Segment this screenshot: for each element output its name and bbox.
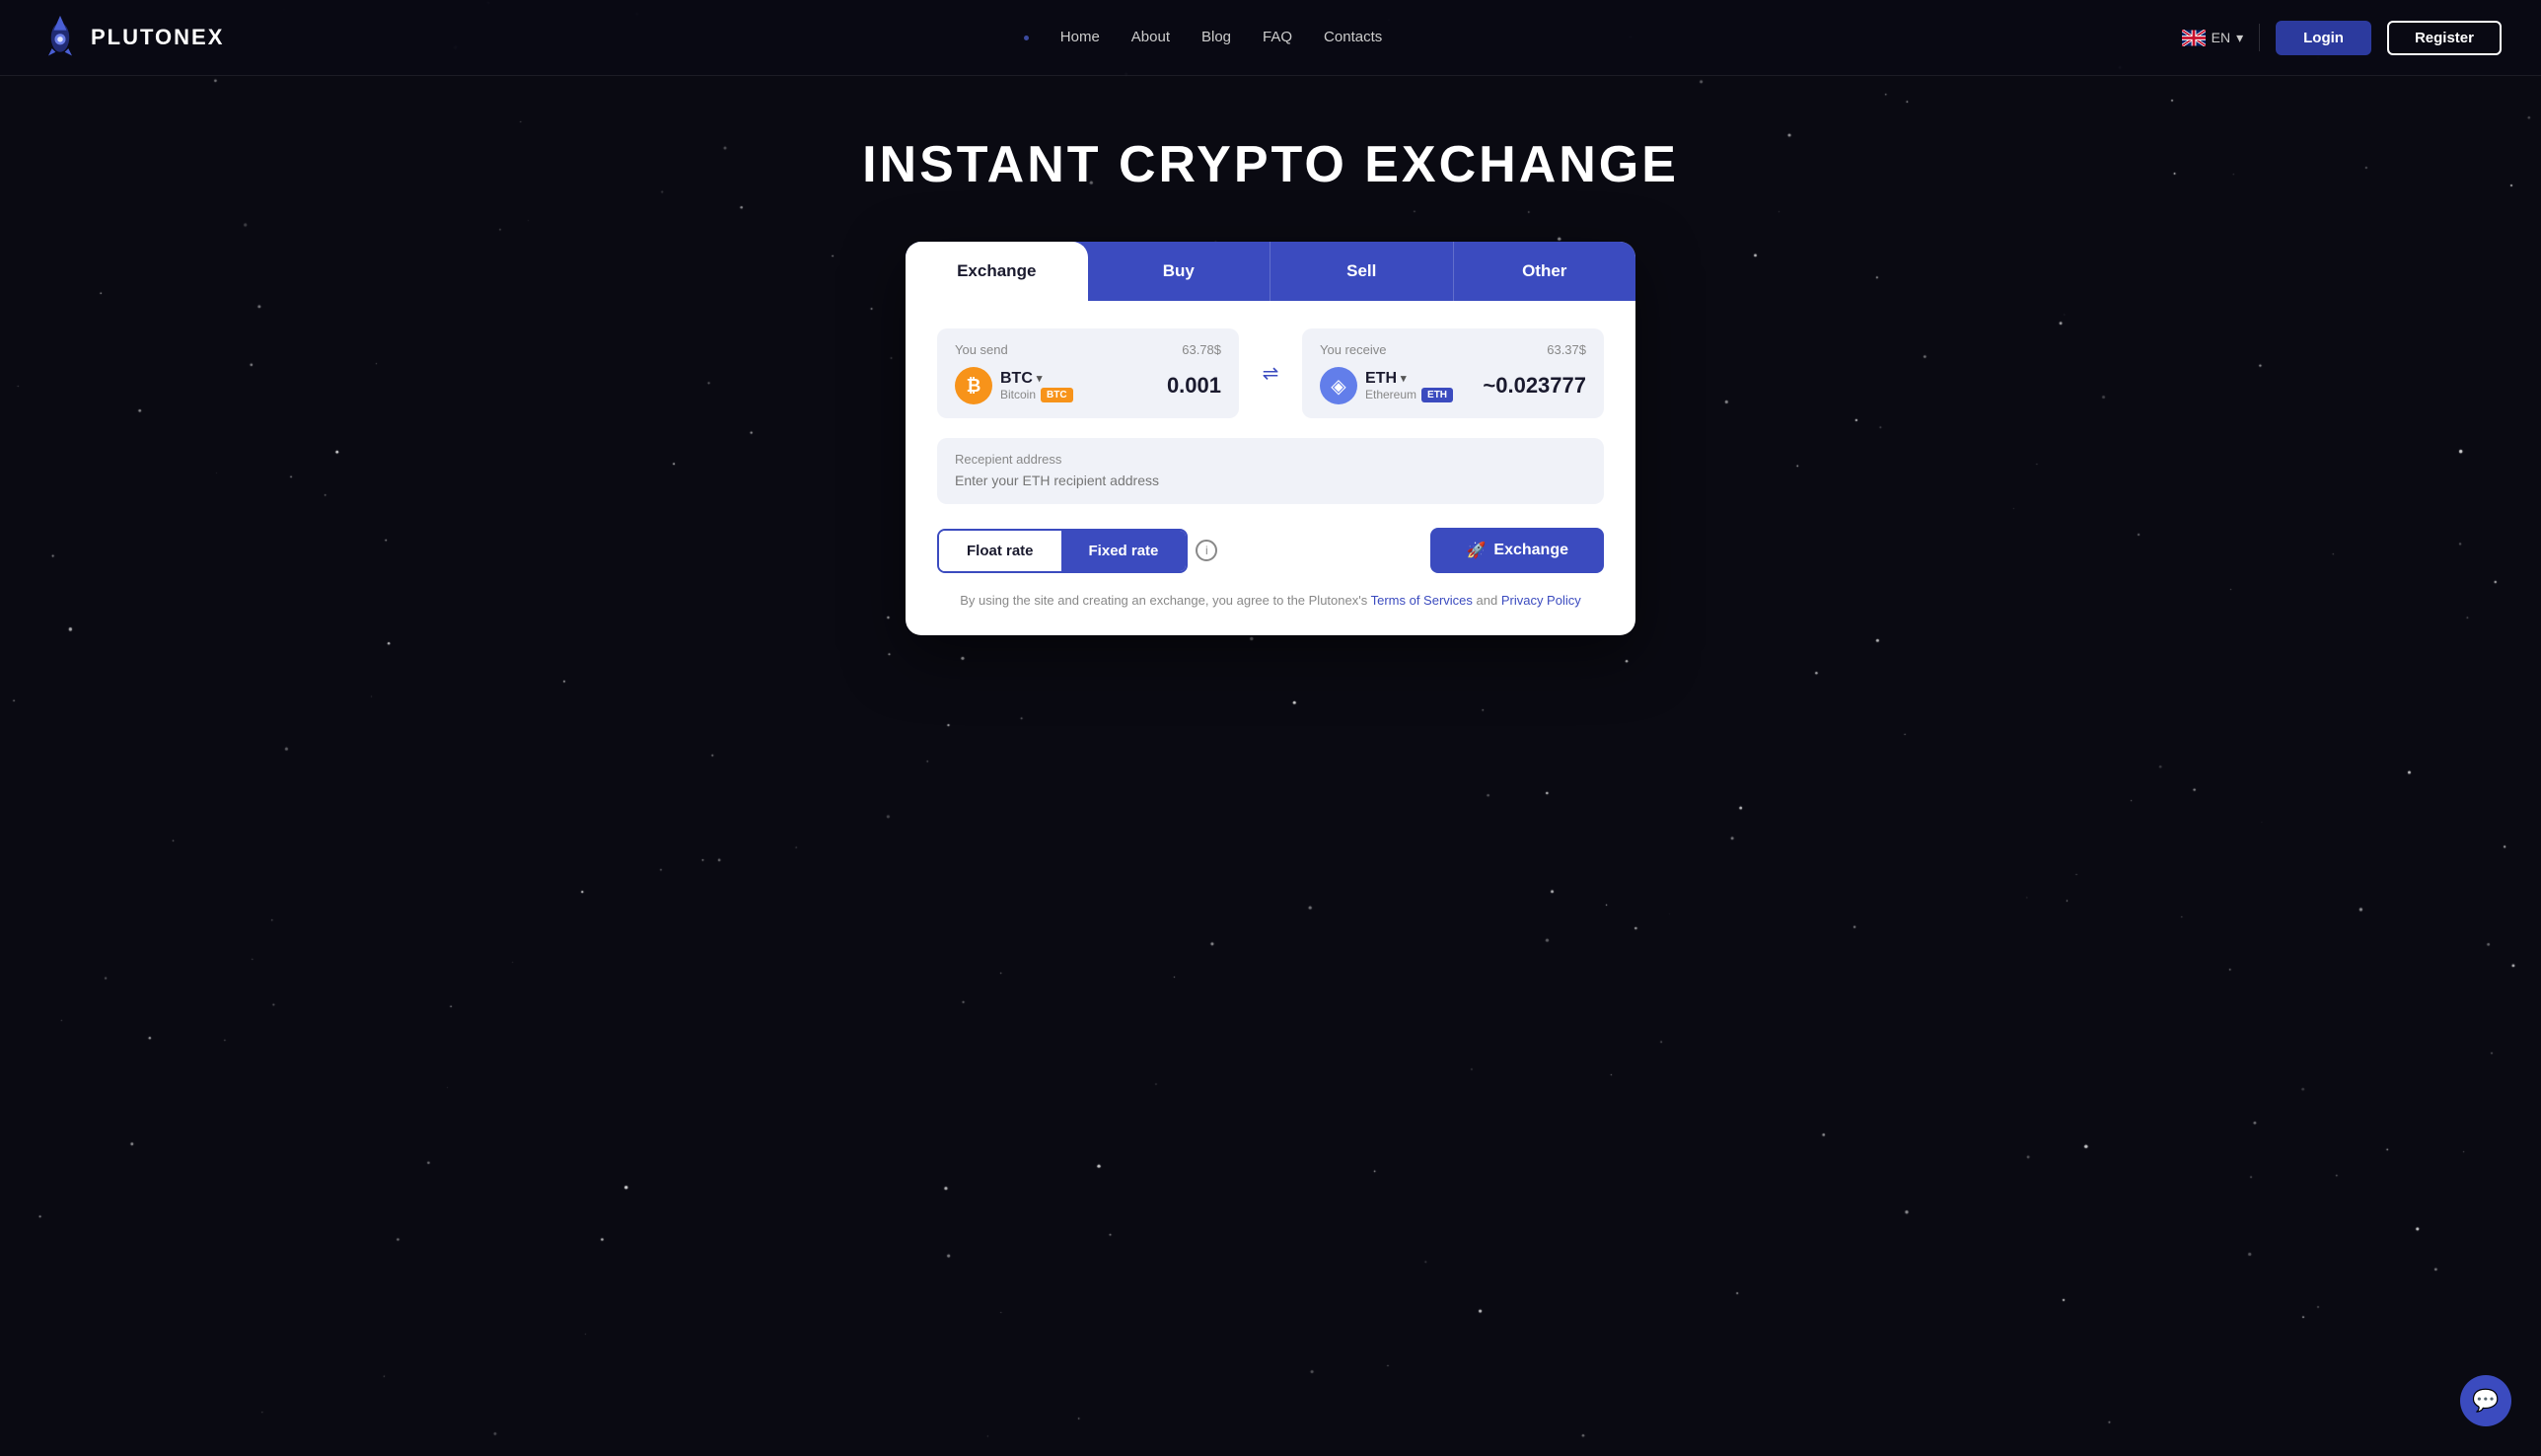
language-selector[interactable]: EN ▾	[2182, 30, 2243, 46]
send-label: You send	[955, 342, 1008, 357]
exchange-label: Exchange	[1493, 542, 1568, 559]
send-label-row: You send 63.78$	[955, 342, 1221, 357]
send-box: You send 63.78$ ₿ BTC ▾	[937, 328, 1239, 418]
rate-row: Float rate Fixed rate i 🚀 Exchange	[937, 528, 1604, 573]
brand-name: PLUTONEX	[91, 25, 224, 50]
register-button[interactable]: Register	[2387, 21, 2502, 55]
eth-tag: ETH	[1421, 388, 1453, 402]
rate-buttons-area: Float rate Fixed rate i	[937, 529, 1217, 573]
receive-crypto-selector[interactable]: ◈ ETH ▾ Ethereum ETH	[1320, 367, 1453, 404]
terms-link[interactable]: Terms of Services	[1371, 593, 1473, 608]
nav-divider	[2259, 24, 2260, 51]
tab-buy[interactable]: Buy	[1088, 242, 1271, 301]
receive-label: You receive	[1320, 342, 1386, 357]
receive-selector-row: ◈ ETH ▾ Ethereum ETH	[1320, 367, 1586, 404]
logo-icon	[39, 14, 81, 61]
send-ticker: BTC ▾	[1000, 370, 1073, 388]
receive-box: You receive 63.37$ ◈ ETH ▾	[1302, 328, 1604, 418]
receive-chevron: ▾	[1401, 372, 1407, 385]
receive-amount: ~0.023777	[1483, 373, 1586, 399]
nav-right: EN ▾ Login Register	[2182, 21, 2502, 55]
rate-buttons: Float rate Fixed rate	[937, 529, 1188, 573]
hero-title: INSTANT CRYPTO EXCHANGE	[862, 135, 1679, 194]
float-rate-button[interactable]: Float rate	[939, 531, 1061, 571]
send-amount[interactable]: 0.001	[1167, 373, 1221, 399]
tab-exchange[interactable]: Exchange	[906, 242, 1088, 301]
nav-home[interactable]: Home	[1060, 29, 1100, 45]
crypto-row: You send 63.78$ ₿ BTC ▾	[937, 328, 1604, 418]
lang-label: EN	[2212, 30, 2230, 45]
nav-dot	[1024, 36, 1029, 40]
eth-icon: ◈	[1320, 367, 1357, 404]
lang-chevron: ▾	[2236, 30, 2243, 46]
nav-links: Home About Blog FAQ Contacts	[1024, 29, 1382, 46]
receive-usd: 63.37$	[1547, 342, 1586, 357]
chat-bubble[interactable]: 💬	[2460, 1375, 2511, 1426]
main-content: INSTANT CRYPTO EXCHANGE Exchange Buy Sel…	[0, 76, 2541, 714]
tabs: Exchange Buy Sell Other	[906, 242, 1635, 301]
send-name-area: BTC ▾ Bitcoin BTC	[1000, 370, 1073, 402]
send-crypto-selector[interactable]: ₿ BTC ▾ Bitcoin BTC	[955, 367, 1073, 404]
swap-icon[interactable]: ⇌	[1263, 361, 1279, 386]
nav-faq[interactable]: FAQ	[1263, 29, 1292, 45]
card-body: You send 63.78$ ₿ BTC ▾	[906, 301, 1635, 635]
send-fullname: Bitcoin BTC	[1000, 388, 1073, 402]
exchange-card: Exchange Buy Sell Other You send 63.78$ …	[906, 242, 1635, 635]
nav-about[interactable]: About	[1131, 29, 1170, 45]
recipient-input[interactable]	[955, 473, 1586, 488]
terms-text: By using the site and creating an exchan…	[937, 593, 1604, 608]
exchange-button[interactable]: 🚀 Exchange	[1430, 528, 1604, 573]
btc-tag: BTC	[1041, 388, 1073, 402]
flag-icon	[2182, 30, 2206, 46]
tab-sell[interactable]: Sell	[1270, 242, 1454, 301]
info-icon[interactable]: i	[1196, 540, 1217, 561]
recipient-label: Recepient address	[955, 452, 1586, 467]
receive-name-area: ETH ▾ Ethereum ETH	[1365, 370, 1453, 402]
receive-label-row: You receive 63.37$	[1320, 342, 1586, 357]
send-chevron: ▾	[1037, 372, 1043, 385]
btc-icon: ₿	[955, 367, 992, 404]
send-selector-row: ₿ BTC ▾ Bitcoin BTC	[955, 367, 1221, 404]
navbar: PLUTONEX Home About Blog FAQ Contacts EN…	[0, 0, 2541, 76]
login-button[interactable]: Login	[2276, 21, 2371, 55]
send-usd: 63.78$	[1182, 342, 1221, 357]
privacy-link[interactable]: Privacy Policy	[1501, 593, 1581, 608]
recipient-box: Recepient address	[937, 438, 1604, 504]
fixed-rate-button[interactable]: Fixed rate	[1061, 531, 1187, 571]
chat-icon: 💬	[2472, 1388, 2499, 1414]
nav-contacts[interactable]: Contacts	[1324, 29, 1382, 45]
receive-ticker: ETH ▾	[1365, 370, 1453, 388]
swap-icon-wrap: ⇌	[1255, 328, 1286, 418]
tab-other[interactable]: Other	[1454, 242, 1636, 301]
exchange-emoji: 🚀	[1466, 541, 1486, 560]
nav-blog[interactable]: Blog	[1201, 29, 1231, 45]
logo[interactable]: PLUTONEX	[39, 14, 224, 61]
receive-fullname: Ethereum ETH	[1365, 388, 1453, 402]
